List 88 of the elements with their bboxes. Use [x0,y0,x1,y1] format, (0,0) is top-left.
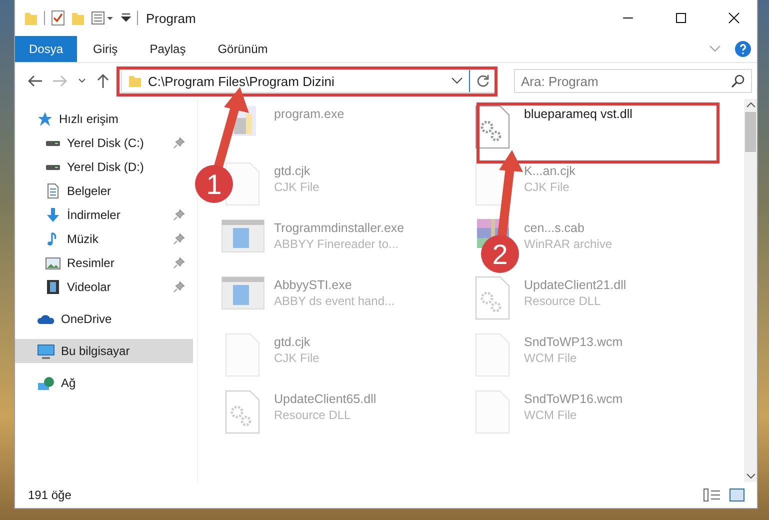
recent-caret-icon[interactable] [77,78,87,84]
network-icon [37,376,55,390]
sidebar-label: Videolar [67,280,111,294]
checklist-icon[interactable] [51,10,65,26]
help-icon[interactable] [735,41,751,57]
properties-icon[interactable] [91,11,115,25]
up-arrow-icon[interactable] [96,73,110,89]
file-type: Resource DLL [274,408,352,422]
search-field[interactable]: Ara: Program [514,69,752,93]
ribbon-tab[interactable]: Dosya [15,36,78,62]
file-type: WCM File [524,351,578,365]
sidebar-label: Bu bilgisayar [61,344,130,358]
folder-icon [128,74,142,88]
close-icon [728,12,740,24]
pin-icon[interactable] [173,137,185,149]
ribbon-tab[interactable]: Paylaş [134,36,202,62]
picture-icon [45,256,61,270]
window-title: Program [146,10,196,26]
customize-caret-icon[interactable] [121,13,131,23]
search-icon[interactable] [731,74,745,88]
file-type: CJK File [274,180,320,194]
sidebar-label: Resimler [67,256,114,270]
sidebar-label: OneDrive [61,312,112,326]
settings-file-icon [475,276,511,320]
drive-icon [45,140,61,146]
sidebar-item[interactable]: İndirmeler [15,203,193,227]
drive-icon [45,164,61,170]
sidebar-label: Yerel Disk (D:) [67,160,144,174]
blank-file-icon [475,333,511,377]
download-icon [45,207,61,223]
details-view-icon[interactable] [703,488,721,502]
sidebar-label: Yerel Disk (C:) [67,136,144,150]
document-icon [45,183,61,199]
expand-ribbon-icon[interactable] [709,45,721,53]
pin-icon[interactable] [173,209,185,221]
blank-file-icon [225,333,261,377]
large-icons-view-icon[interactable] [729,488,745,502]
ribbon-tab[interactable]: Görünüm [202,36,284,62]
file-type: CJK File [524,180,570,194]
sidebar-label: Hızlı erişim [59,112,118,126]
sidebar-item[interactable]: Müzik [15,227,193,251]
blank-file-icon [475,390,511,434]
sidebar-label: Belgeler [67,184,112,198]
back-arrow-icon[interactable] [27,74,43,88]
file-type: WCM File [524,408,578,422]
scroll-up-icon[interactable] [746,102,756,108]
refresh-icon[interactable] [476,74,490,88]
sidebar-item[interactable]: Yerel Disk (D:) [15,155,193,179]
sidebar-label: İndirmeler [67,208,120,222]
pin-icon[interactable] [173,281,185,293]
file-type: ABBYY Finereader to... [274,237,400,251]
sidebar-item[interactable]: Bu bilgisayar [15,339,193,363]
file-type: ABBY ds event hand... [274,294,395,308]
sidebar-item[interactable]: Videolar [15,275,193,299]
sidebar-item[interactable]: Resimler [15,251,193,275]
settings-file-icon [475,105,511,149]
maximize-icon [674,12,686,24]
sidebar-item[interactable]: Yerel Disk (C:) [15,131,193,155]
star-icon [37,111,53,127]
ribbon-tab[interactable]: Giriş [77,36,134,62]
item-count: 191 öğe [28,488,72,502]
application-icon [221,219,265,253]
step-badge: 2 [481,235,519,273]
file-type: Resource DLL [524,294,602,308]
step-badge: 1 [195,165,233,203]
sidebar-label: Müzik [67,232,98,246]
file-name[interactable]: blueparameq vst.dll [524,107,632,121]
film-icon [45,279,61,295]
pin-icon[interactable] [173,233,185,245]
file-type: CJK File [274,351,320,365]
sidebar-item[interactable]: Ağ [15,371,193,395]
dropdown-caret-icon[interactable] [451,77,463,85]
sidebar-item[interactable]: OneDrive [15,307,193,331]
address-path: C:\Program Files\Program Dizini [148,74,334,88]
pin-icon[interactable] [173,257,185,269]
minimize-icon [622,17,634,19]
scroll-down-icon[interactable] [746,473,756,479]
sidebar-label: Ağ [61,376,76,390]
application-icon [221,276,265,310]
address-bar[interactable]: C:\Program Files\Program Dizini [121,69,497,93]
file-type: WinRAR archive [524,237,612,251]
computer-icon [37,343,55,359]
cloud-icon [37,314,55,324]
sidebar-item[interactable]: Hızlı erişim [15,107,193,131]
settings-file-icon [225,390,261,434]
scrollbar-thumb[interactable] [745,112,756,152]
scrollbar[interactable] [744,99,757,482]
sidebar-item[interactable]: Belgeler [15,179,193,203]
